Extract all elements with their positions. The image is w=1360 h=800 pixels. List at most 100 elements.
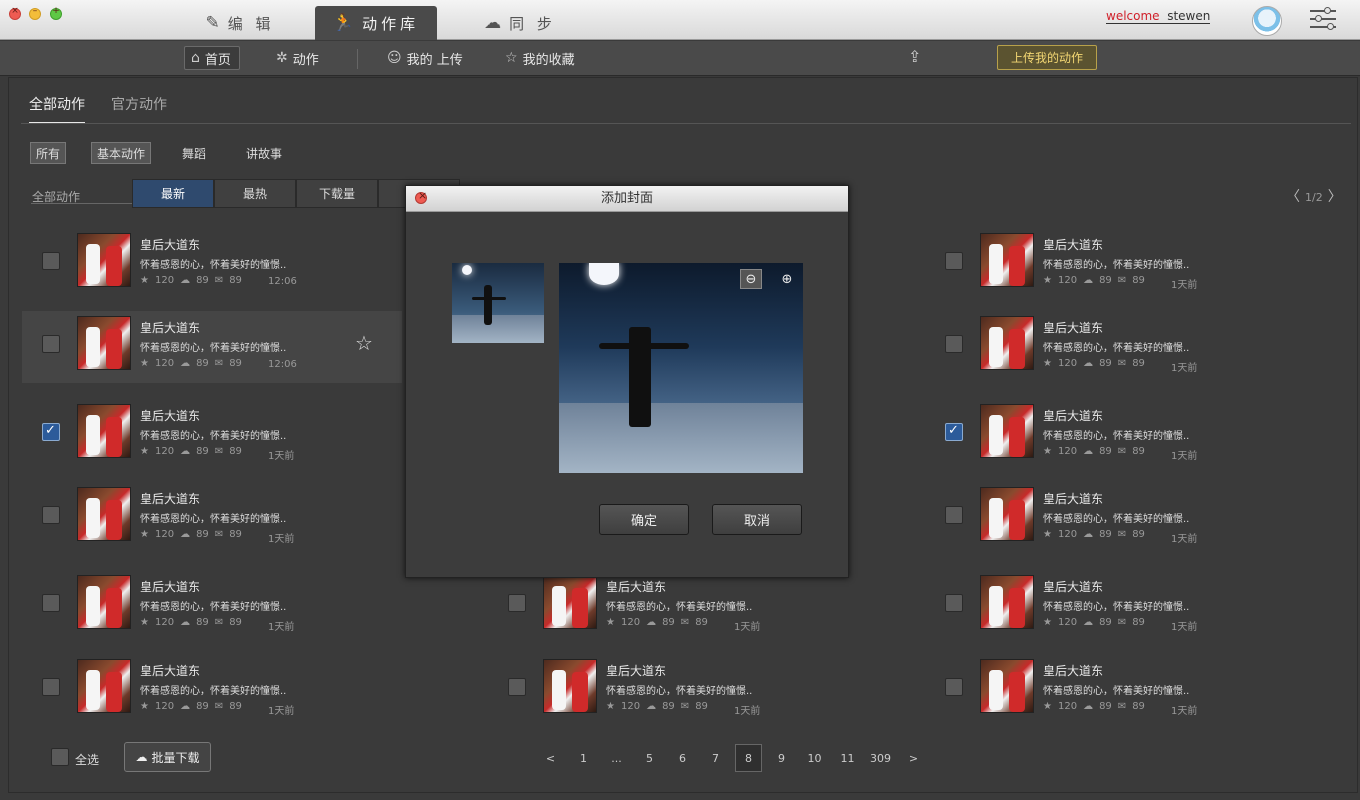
next-page-icon[interactable]: 〉 bbox=[1328, 189, 1342, 205]
item-title[interactable]: 皇后大道东 bbox=[140, 578, 200, 595]
confirm-button[interactable]: 确定 bbox=[599, 504, 689, 535]
item-checkbox[interactable] bbox=[508, 594, 526, 612]
settings-sliders-icon[interactable] bbox=[1310, 7, 1336, 32]
item-checkbox[interactable] bbox=[42, 678, 60, 696]
item-title[interactable]: 皇后大道东 bbox=[1043, 662, 1103, 679]
item-thumbnail[interactable] bbox=[77, 659, 131, 713]
item-checkbox[interactable] bbox=[945, 594, 963, 612]
page-number[interactable]: 309 bbox=[864, 744, 897, 772]
item-title[interactable]: 皇后大道东 bbox=[140, 319, 200, 336]
item-checkbox[interactable] bbox=[42, 594, 60, 612]
welcome-link[interactable]: welcome stewen bbox=[1106, 9, 1211, 24]
nav-home[interactable]: ⌂ 首页 bbox=[184, 46, 240, 70]
sort-hottest[interactable]: 最热 bbox=[214, 179, 296, 208]
zoom-in-button[interactable]: ⊕ bbox=[776, 269, 798, 289]
list-item[interactable]: 皇后大道东怀着感恩的心，怀着美好的憧憬.. ★ 120 ☁ 89 ✉ 89 1天前 bbox=[925, 399, 1305, 471]
item-thumbnail[interactable] bbox=[77, 316, 131, 370]
item-thumbnail[interactable] bbox=[77, 233, 131, 287]
item-thumbnail[interactable] bbox=[980, 404, 1034, 458]
item-title[interactable]: 皇后大道东 bbox=[1043, 490, 1103, 507]
next-page-button[interactable]: > bbox=[897, 744, 930, 772]
upload-my-action-button[interactable]: 上传我的动作 bbox=[997, 45, 1097, 70]
tab-sync[interactable]: ☁ 同 步 bbox=[470, 6, 570, 40]
item-title[interactable]: 皇后大道东 bbox=[140, 407, 200, 424]
cloud-upload-icon[interactable]: ⇪ bbox=[908, 47, 921, 66]
item-title[interactable]: 皇后大道东 bbox=[1043, 407, 1103, 424]
favorite-star-icon[interactable]: ☆ bbox=[355, 331, 373, 355]
item-thumbnail[interactable] bbox=[543, 575, 597, 629]
select-all-checkbox[interactable] bbox=[51, 748, 69, 766]
item-thumbnail[interactable] bbox=[980, 575, 1034, 629]
list-item[interactable]: 皇后大道东怀着感恩的心，怀着美好的憧憬.. ★ 120 ☁ 89 ✉ 89 1天前 bbox=[488, 654, 868, 726]
item-title[interactable]: 皇后大道东 bbox=[140, 490, 200, 507]
dialog-close-button[interactable] bbox=[415, 189, 427, 204]
item-thumbnail[interactable] bbox=[980, 487, 1034, 541]
item-checkbox[interactable] bbox=[508, 678, 526, 696]
item-title[interactable]: 皇后大道东 bbox=[606, 662, 666, 679]
item-checkbox[interactable] bbox=[945, 252, 963, 270]
item-checkbox[interactable] bbox=[945, 678, 963, 696]
item-title[interactable]: 皇后大道东 bbox=[606, 578, 666, 595]
item-checkbox[interactable] bbox=[42, 423, 60, 441]
list-item[interactable]: 皇后大道东怀着感恩的心，怀着美好的憧憬.. ★ 120 ☁ 89 ✉ 89 1天前 bbox=[22, 570, 402, 642]
avatar[interactable] bbox=[1252, 6, 1282, 36]
category-dance[interactable]: 舞蹈 bbox=[177, 142, 211, 164]
prev-page-icon[interactable]: 〈 bbox=[1286, 189, 1300, 205]
close-window-button[interactable]: × bbox=[9, 6, 21, 20]
page-number[interactable]: 1 bbox=[567, 744, 600, 772]
item-title[interactable]: 皇后大道东 bbox=[1043, 236, 1103, 253]
tab-all-actions[interactable]: 全部动作 bbox=[29, 94, 85, 124]
tab-action-library[interactable]: 🏃 动作库 bbox=[315, 6, 437, 40]
item-thumbnail[interactable] bbox=[77, 487, 131, 541]
list-item[interactable]: 皇后大道东怀着感恩的心，怀着美好的憧憬.. ★ 120 ☁ 89 ✉ 89 1天前 bbox=[925, 570, 1305, 642]
item-thumbnail[interactable] bbox=[980, 316, 1034, 370]
category-all[interactable]: 所有 bbox=[30, 142, 67, 164]
page-number[interactable]: 5 bbox=[633, 744, 666, 772]
item-title[interactable]: 皇后大道东 bbox=[140, 236, 200, 253]
item-thumbnail[interactable] bbox=[543, 659, 597, 713]
page-number[interactable]: 10 bbox=[798, 744, 831, 772]
list-item[interactable]: 皇后大道东 怀着感恩的心，怀着美好的憧憬.. ★ 120 ☁ 89 ✉ 89 12:06 bbox=[22, 228, 402, 300]
item-thumbnail[interactable] bbox=[980, 659, 1034, 713]
tab-edit[interactable]: ✎ 编 辑 bbox=[180, 6, 300, 40]
item-checkbox[interactable] bbox=[42, 506, 60, 524]
list-item[interactable]: 皇后大道东怀着感恩的心，怀着美好的憧憬.. ★ 120 ☁ 89 ✉ 89 1天前 bbox=[925, 482, 1305, 554]
tab-official-actions[interactable]: 官方动作 bbox=[111, 94, 167, 124]
page-number[interactable]: 8 bbox=[735, 744, 762, 772]
list-item[interactable]: 皇后大道东怀着感恩的心，怀着美好的憧憬.. ★ 120 ☁ 89 ✉ 89 1天前 bbox=[22, 654, 402, 726]
category-basic[interactable]: 基本动作 bbox=[91, 142, 152, 164]
list-item[interactable]: 皇后大道东怀着感恩的心，怀着美好的憧憬.. ★ 120 ☁ 89 ✉ 89 1天前 bbox=[925, 228, 1305, 300]
category-story[interactable]: 讲故事 bbox=[241, 142, 287, 164]
item-checkbox[interactable] bbox=[42, 252, 60, 270]
maximize-window-button[interactable]: + bbox=[50, 6, 62, 20]
page-number[interactable]: 9 bbox=[765, 744, 798, 772]
minimize-window-button[interactable]: – bbox=[29, 6, 41, 20]
item-title[interactable]: 皇后大道东 bbox=[1043, 578, 1103, 595]
sort-newest[interactable]: 最新 bbox=[132, 179, 214, 208]
page-number[interactable]: ... bbox=[600, 744, 633, 772]
cancel-button[interactable]: 取消 bbox=[712, 504, 802, 535]
prev-page-button[interactable]: < bbox=[534, 744, 567, 772]
item-checkbox[interactable] bbox=[42, 335, 60, 353]
batch-download-button[interactable]: ☁ 批量下载 bbox=[124, 742, 211, 772]
item-thumbnail[interactable] bbox=[980, 233, 1034, 287]
item-checkbox[interactable] bbox=[945, 335, 963, 353]
list-item[interactable]: 皇后大道东怀着感恩的心，怀着美好的憧憬.. ★ 120 ☁ 89 ✉ 89 1天前 bbox=[925, 311, 1305, 383]
list-item[interactable]: 皇后大道东怀着感恩的心，怀着美好的憧憬.. ★ 120 ☁ 89 ✉ 89 1天前 bbox=[22, 399, 402, 471]
nav-my-favorites[interactable]: ☆ 我的收藏 bbox=[505, 46, 575, 70]
list-item[interactable]: 皇后大道东怀着感恩的心，怀着美好的憧憬.. ★ 120 ☁ 89 ✉ 89 1天前 bbox=[22, 482, 402, 554]
nav-actions[interactable]: ✲ 动作 bbox=[276, 46, 319, 70]
list-item[interactable]: 皇后大道东 怀着感恩的心，怀着美好的憧憬.. ★ 120 ☁ 89 ✉ 89 12:06 ☆ bbox=[22, 311, 402, 383]
item-thumbnail[interactable] bbox=[77, 575, 131, 629]
list-item[interactable]: 皇后大道东怀着感恩的心，怀着美好的憧憬.. ★ 120 ☁ 89 ✉ 89 1天前 bbox=[925, 654, 1305, 726]
page-number[interactable]: 11 bbox=[831, 744, 864, 772]
nav-my-uploads[interactable]: ☺ 我的 上传 bbox=[387, 46, 463, 70]
page-number[interactable]: 7 bbox=[699, 744, 732, 772]
zoom-out-button[interactable]: ⊖ bbox=[740, 269, 762, 289]
item-checkbox[interactable] bbox=[945, 506, 963, 524]
page-number[interactable]: 6 bbox=[666, 744, 699, 772]
list-item[interactable]: 皇后大道东怀着感恩的心，怀着美好的憧憬.. ★ 120 ☁ 89 ✉ 89 1天前 bbox=[488, 570, 868, 642]
sort-downloads[interactable]: 下载量 bbox=[296, 179, 378, 208]
item-title[interactable]: 皇后大道东 bbox=[1043, 319, 1103, 336]
item-checkbox[interactable] bbox=[945, 423, 963, 441]
